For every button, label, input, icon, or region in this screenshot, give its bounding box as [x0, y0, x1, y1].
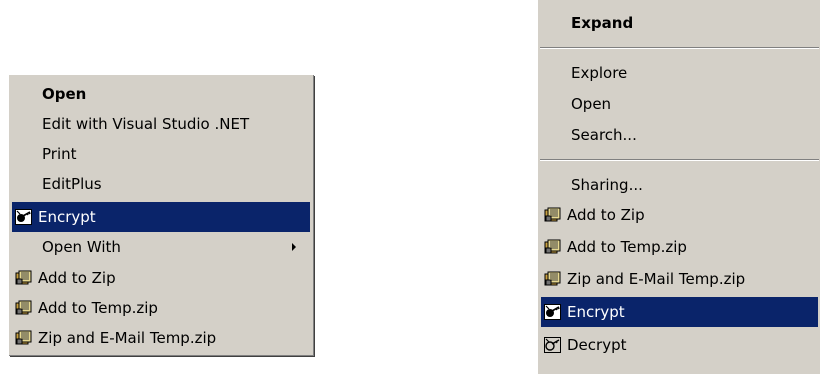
- folder-context-menu: Expand Explore Open Search... Sharing...…: [537, 0, 820, 374]
- menu-item-label: Encrypt: [567, 303, 625, 321]
- menu-item-editplus[interactable]: EditPlus: [12, 169, 310, 199]
- menu-item-decrypt[interactable]: Decrypt: [541, 330, 818, 360]
- menu-item-open[interactable]: Open: [12, 79, 310, 109]
- menu-item-zip-and-email[interactable]: Zip and E-Mail Temp.zip: [12, 323, 310, 353]
- menu-item-label: Add to Temp.zip: [38, 299, 158, 317]
- menu-item-label: Print: [42, 145, 77, 163]
- menu-item-explore[interactable]: Explore: [541, 58, 818, 88]
- menu-item-encrypt[interactable]: Encrypt: [12, 202, 310, 232]
- file-context-menu: Open Edit with Visual Studio .NET Print …: [8, 74, 313, 355]
- menu-item-label: Edit with Visual Studio .NET: [42, 115, 250, 133]
- menu-item-label: Open With: [42, 238, 121, 256]
- winzip-icon: [15, 300, 32, 315]
- menu-item-add-to-zip[interactable]: Add to Zip: [541, 200, 818, 230]
- menu-item-label: Open: [571, 95, 612, 113]
- menu-separator: [540, 159, 819, 161]
- encrypt-icon: [544, 304, 561, 320]
- menu-item-print[interactable]: Print: [12, 139, 310, 169]
- menu-item-edit-with-visual-studio[interactable]: Edit with Visual Studio .NET: [12, 109, 310, 139]
- menu-item-label: Explore: [571, 64, 628, 82]
- menu-item-label: Search...: [571, 126, 637, 144]
- menu-item-expand[interactable]: Expand: [541, 8, 818, 38]
- menu-item-label: Add to Temp.zip: [567, 238, 687, 256]
- menu-item-zip-and-email[interactable]: Zip and E-Mail Temp.zip: [541, 264, 818, 294]
- winzip-icon: [15, 270, 32, 285]
- winzip-icon: [544, 271, 561, 286]
- menu-item-add-to-temp-zip[interactable]: Add to Temp.zip: [12, 293, 310, 323]
- menu-item-open-with[interactable]: Open With: [12, 232, 310, 262]
- decrypt-icon: [544, 337, 561, 353]
- menu-separator: [540, 47, 819, 49]
- menu-item-add-to-temp-zip[interactable]: Add to Temp.zip: [541, 232, 818, 262]
- encrypt-icon: [15, 209, 32, 225]
- menu-item-label: Zip and E-Mail Temp.zip: [567, 270, 746, 288]
- winzip-icon: [15, 330, 32, 345]
- menu-item-label: Encrypt: [38, 208, 96, 226]
- menu-item-open[interactable]: Open: [541, 89, 818, 119]
- winzip-icon: [544, 207, 561, 222]
- winzip-icon: [544, 239, 561, 254]
- menu-item-search[interactable]: Search...: [541, 120, 818, 150]
- menu-item-add-to-zip[interactable]: Add to Zip: [12, 263, 310, 293]
- menu-item-label: Expand: [571, 14, 634, 32]
- menu-item-label: Add to Zip: [567, 206, 645, 224]
- menu-item-encrypt[interactable]: Encrypt: [541, 297, 818, 327]
- menu-item-label: Add to Zip: [38, 269, 116, 287]
- menu-item-label: Decrypt: [567, 336, 627, 354]
- menu-item-sharing[interactable]: Sharing...: [541, 170, 818, 200]
- submenu-arrow-icon: [292, 243, 296, 251]
- menu-item-label: EditPlus: [42, 175, 102, 193]
- menu-item-label: Open: [42, 85, 87, 103]
- menu-item-label: Sharing...: [571, 176, 643, 194]
- menu-item-label: Zip and E-Mail Temp.zip: [38, 329, 217, 347]
